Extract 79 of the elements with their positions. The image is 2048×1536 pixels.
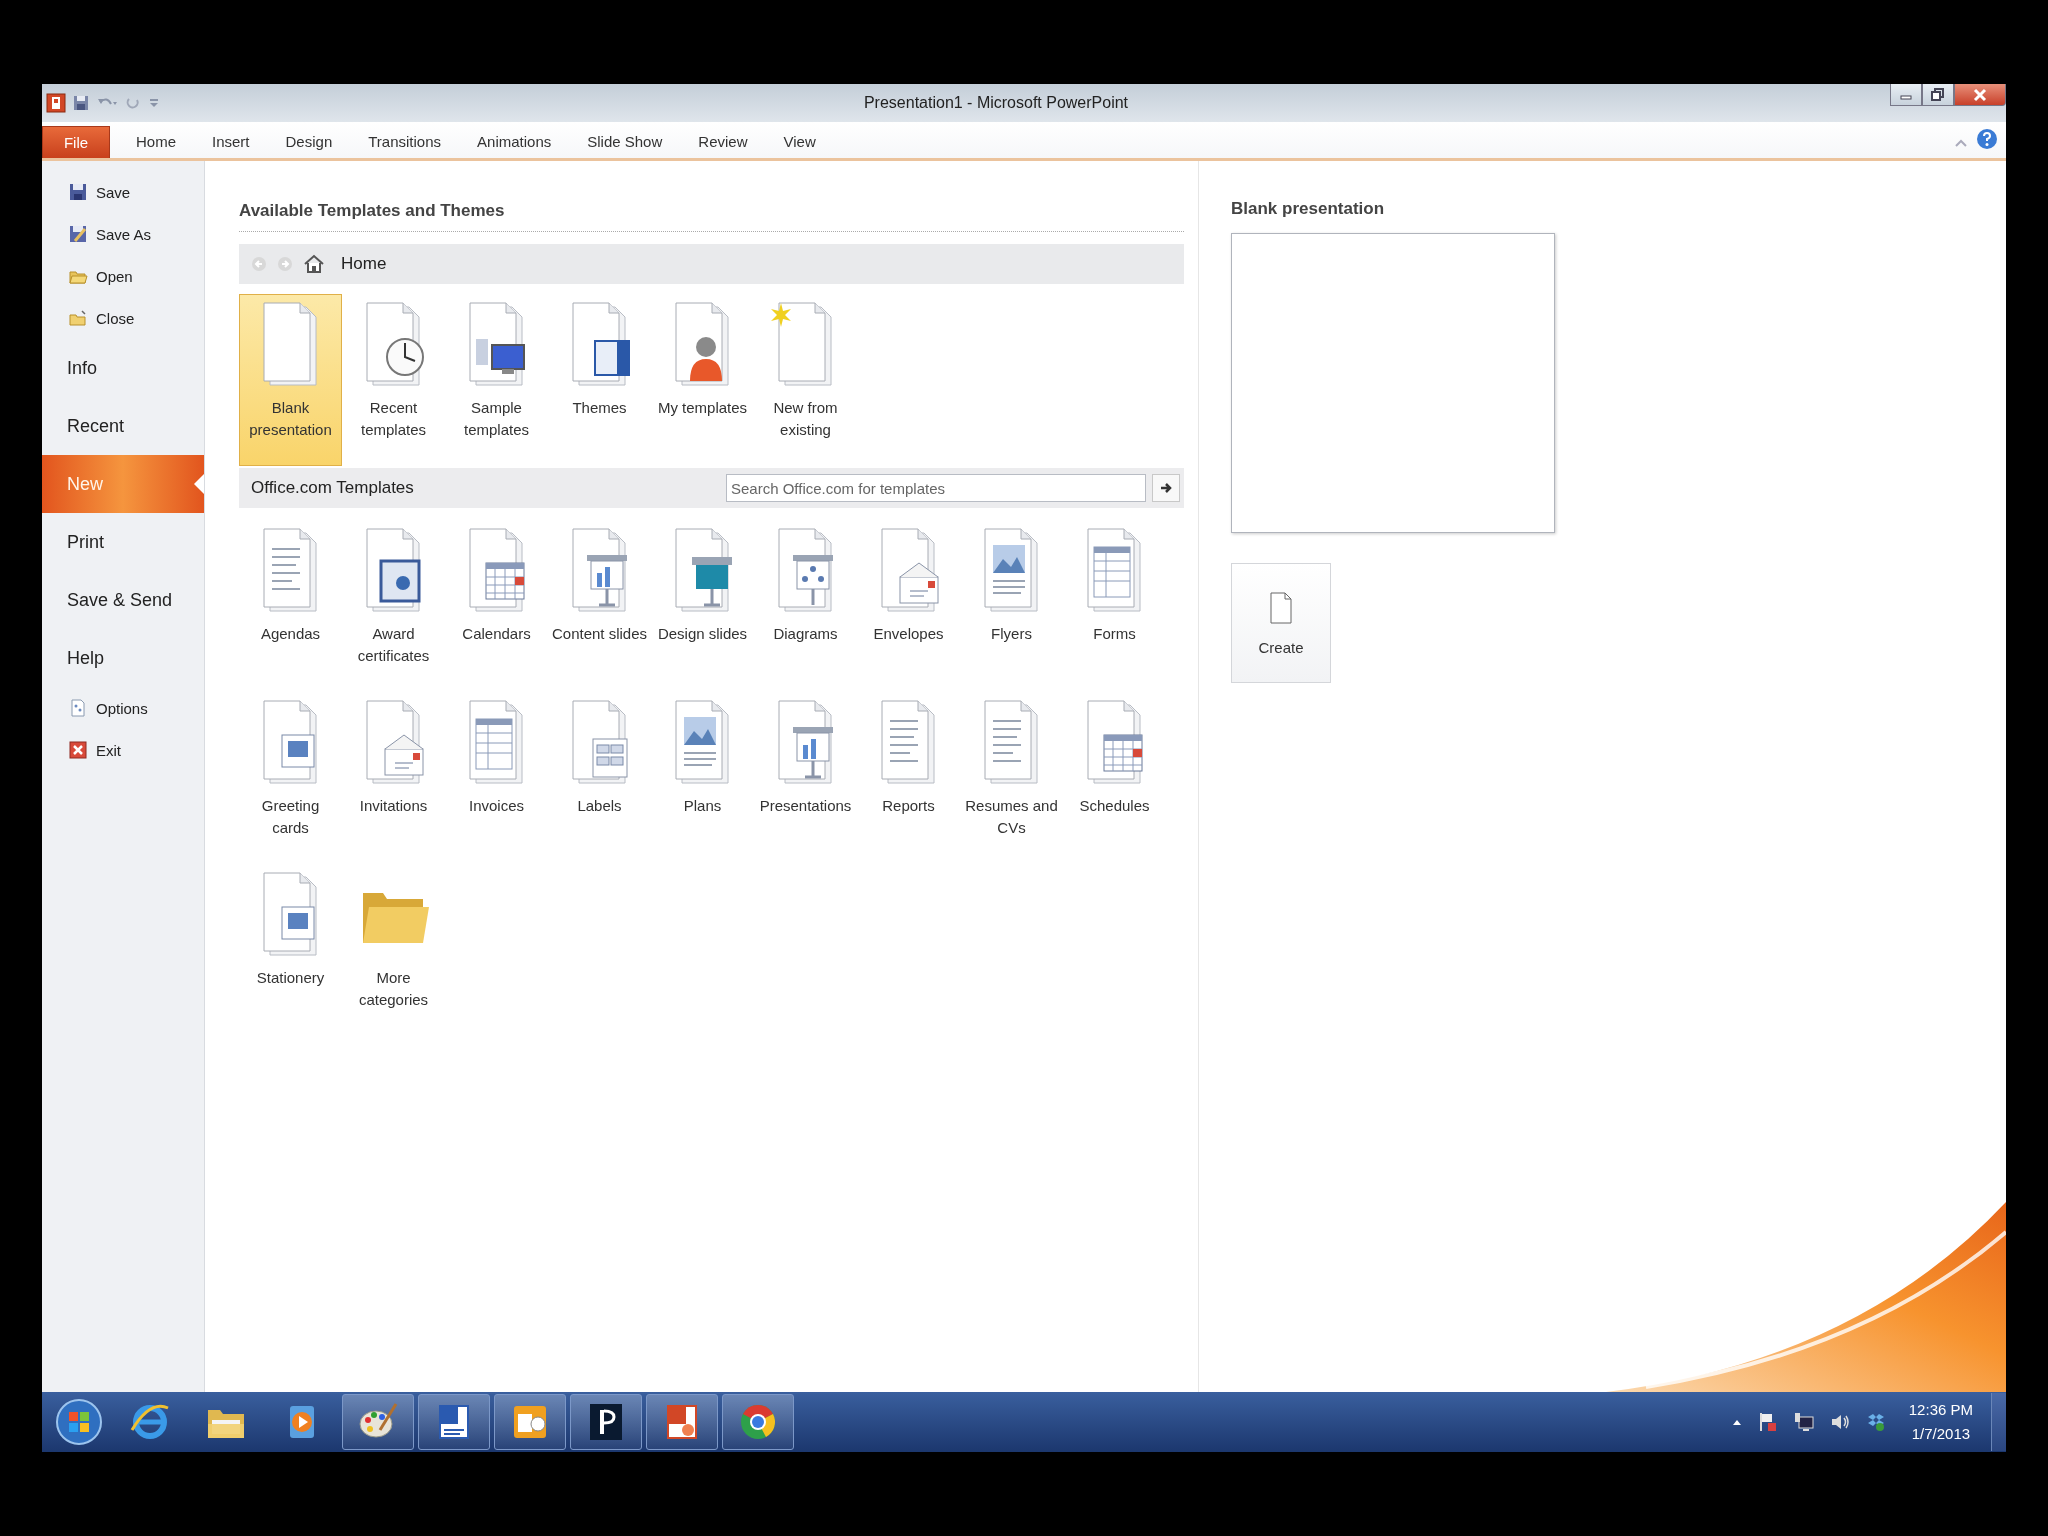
category-tile[interactable]: Presentations [754, 692, 857, 864]
exit-icon [68, 740, 88, 760]
category-tile[interactable]: Diagrams [754, 520, 857, 692]
backstage-tab[interactable]: Save & Send [42, 571, 204, 629]
menu-item[interactable]: Exit [42, 729, 204, 771]
category-tile[interactable]: Award certificates [342, 520, 445, 692]
backstage-tab[interactable]: Info [42, 339, 204, 397]
ribbon-tab[interactable]: Review [680, 133, 766, 158]
clock[interactable]: 12:36 PM 1/7/2013 [1908, 1398, 1973, 1446]
template-tile[interactable]: Blank presentation [239, 294, 342, 466]
file-tab[interactable]: File [42, 126, 110, 158]
category-tile[interactable]: Resumes and CVs [960, 692, 1063, 864]
category-tile[interactable]: Invitations [342, 692, 445, 864]
ribbon-tab[interactable]: Slide Show [569, 133, 681, 158]
template-tile[interactable]: Sample templates [445, 294, 548, 466]
backstage-tab[interactable]: Print [42, 513, 204, 571]
search-field[interactable]: Search Office.com for templates [726, 474, 1146, 502]
document-icon [1268, 590, 1294, 625]
save-as-icon [68, 224, 88, 244]
taskbar-button[interactable] [494, 1394, 566, 1450]
template-tile[interactable]: Themes [548, 294, 651, 466]
taskbar-button[interactable] [646, 1394, 718, 1450]
ribbon-tab[interactable]: Insert [194, 133, 268, 158]
category-tile[interactable]: Schedules [1063, 692, 1166, 864]
ribbon-tab[interactable]: Transitions [350, 133, 460, 158]
category-tile[interactable]: Design slides [651, 520, 754, 692]
menu-item[interactable]: Save [42, 171, 204, 213]
category-tile[interactable]: Forms [1063, 520, 1166, 692]
window-title: Presentation1 - Microsoft PowerPoint [862, 94, 1130, 112]
taskbar-button[interactable] [722, 1394, 794, 1450]
category-tile[interactable]: More categories [342, 864, 445, 1036]
section-heading: Office.com Templates [251, 478, 414, 498]
category-tile[interactable]: Invoices [445, 692, 548, 864]
category-tile[interactable]: Agendas [239, 520, 342, 692]
preview-heading: Blank presentation [1231, 199, 1386, 219]
close-icon [1973, 87, 1987, 102]
network-icon[interactable] [1792, 1411, 1815, 1433]
help-icon[interactable] [1976, 128, 1998, 150]
document-icon [68, 698, 88, 718]
category-tile[interactable]: Flyers [960, 520, 1063, 692]
category-tile[interactable]: Reports [857, 692, 960, 864]
restore-button[interactable] [1922, 84, 1954, 106]
home-icon [303, 254, 325, 274]
app-icon[interactable] [46, 93, 66, 113]
show-desktop-button[interactable] [1991, 1393, 2006, 1451]
category-tile[interactable]: Content slides [548, 520, 651, 692]
menu-item[interactable]: Close [42, 297, 204, 339]
section-heading: Available Templates and Themes [239, 201, 1184, 232]
template-tile[interactable]: New from existing [754, 294, 857, 466]
save-icon [68, 182, 88, 202]
backstage-tab[interactable]: Help [42, 629, 204, 687]
folder-icon [68, 308, 88, 328]
restore-icon [1931, 87, 1945, 102]
menu-item[interactable]: Options [42, 687, 204, 729]
taskbar-button[interactable] [342, 1394, 414, 1450]
menu-item[interactable]: Open [42, 255, 204, 297]
minimize-button[interactable] [1890, 84, 1922, 106]
category-tile[interactable]: Stationery [239, 864, 342, 1036]
ribbon-tab[interactable]: Animations [459, 133, 570, 158]
taskbar-button[interactable] [418, 1394, 490, 1450]
create-button[interactable]: Create [1231, 563, 1331, 683]
category-tile[interactable]: Greeting cards [239, 692, 342, 864]
close-button[interactable] [1954, 84, 2006, 106]
ribbon-tab[interactable]: Home [118, 133, 194, 158]
backstage-tab[interactable]: Recent [42, 397, 204, 455]
category-tile[interactable]: Plans [651, 692, 754, 864]
template-tile[interactable]: My templates [651, 294, 754, 466]
menu-item[interactable]: Save As [42, 213, 204, 255]
save-icon[interactable] [72, 94, 90, 112]
taskbar-button[interactable] [570, 1394, 642, 1450]
category-tile[interactable]: Labels [548, 692, 651, 864]
arrow-icon [1159, 481, 1173, 495]
category-tile[interactable]: Calendars [445, 520, 548, 692]
ribbon-tab[interactable]: Design [267, 133, 351, 158]
search-button[interactable] [1152, 474, 1180, 502]
category-tile[interactable]: Envelopes [857, 520, 960, 692]
ribbon-tab[interactable]: View [765, 133, 834, 158]
breadcrumb-link[interactable]: Home [341, 254, 387, 274]
template-tile[interactable]: Recent templates [342, 294, 445, 466]
